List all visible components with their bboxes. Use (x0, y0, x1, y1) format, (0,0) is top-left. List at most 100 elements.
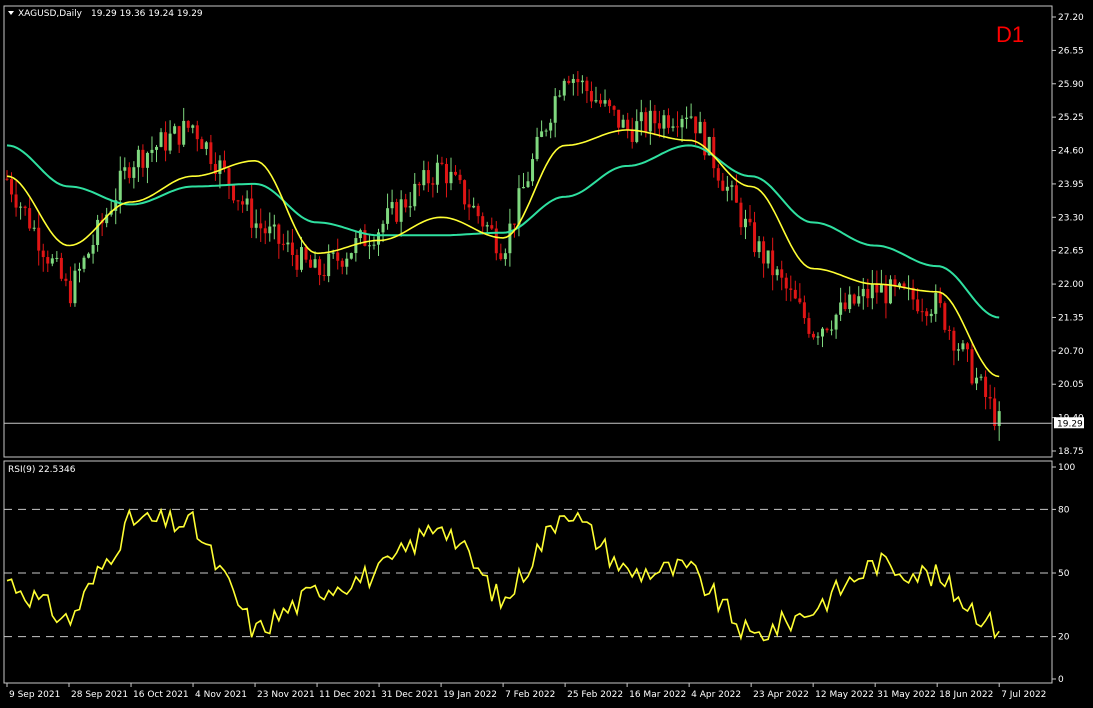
candle-body (367, 245, 371, 247)
candle-body (318, 259, 322, 276)
candle-body (490, 225, 494, 229)
candle-body (431, 183, 435, 185)
candle-body (521, 187, 525, 189)
candle-body (585, 80, 589, 92)
rsi-tick-label: 50 (1058, 569, 1070, 579)
candle-body (970, 349, 974, 384)
candle-body (390, 202, 394, 209)
candle-body (254, 223, 258, 228)
candle-body (59, 257, 63, 279)
candle-body (576, 78, 580, 83)
symbol-label: XAGUSD,Daily (18, 9, 83, 19)
candle-body (644, 112, 648, 132)
candle-body (28, 208, 32, 229)
candle-body (843, 302, 847, 310)
candle-body (377, 232, 381, 245)
candle-body (127, 167, 131, 178)
candle-body (177, 126, 181, 145)
candle-body (159, 132, 163, 147)
candle-body (789, 288, 793, 290)
candle-body (96, 219, 100, 245)
candle-body (46, 257, 50, 264)
candle-body (938, 292, 942, 304)
candle-body (875, 283, 879, 293)
candle-body (55, 257, 59, 259)
candle-body (748, 218, 752, 223)
price-tick-label: 21.35 (1058, 313, 1084, 323)
candle-body (449, 171, 453, 184)
candle-body (857, 296, 861, 304)
candle-body (943, 303, 947, 330)
candle-body (816, 336, 820, 338)
candle-body (417, 183, 421, 186)
candle-body (386, 208, 390, 224)
price-panel-frame (3, 5, 1053, 458)
candle-body (617, 109, 621, 128)
candle-body (531, 159, 535, 182)
candle-body (168, 133, 172, 151)
candle-body (612, 106, 616, 110)
candle-body (993, 398, 997, 426)
candle-body (241, 201, 245, 205)
candle-body (743, 218, 747, 228)
candle-body (32, 227, 36, 229)
candle-body (476, 205, 480, 217)
candle-body (299, 247, 303, 270)
candle-body (263, 228, 267, 234)
price-tick-label: 22.65 (1058, 247, 1084, 257)
candle-body (594, 100, 598, 102)
candle-body (517, 188, 521, 225)
candle-body (544, 130, 548, 132)
time-tick-label: 18 Jun 2022 (939, 690, 993, 700)
candle-body (807, 318, 811, 334)
candle-body (685, 117, 689, 119)
candle-body (934, 292, 938, 314)
candle-body (734, 185, 738, 203)
candle-body (435, 162, 439, 185)
candle-body (123, 167, 127, 171)
candle-body (77, 268, 81, 271)
candle-body (671, 126, 675, 128)
candle-body (698, 121, 702, 134)
time-tick-label: 28 Sep 2021 (71, 690, 128, 700)
candle-body (626, 119, 630, 130)
candle-body (540, 131, 544, 137)
candle-body (639, 112, 643, 122)
candle-body (14, 194, 18, 208)
candle-body (467, 204, 471, 208)
candle-body (23, 206, 27, 209)
candle-body (599, 100, 603, 104)
candle-body (222, 160, 226, 169)
candle-body (150, 149, 154, 153)
candle-body (345, 258, 349, 267)
price-tick-label: 27.20 (1058, 13, 1084, 23)
chart-canvas[interactable]: 27.20 26.55 25.90 25.25 24.60 23.95 23.30 22.65… (0, 0, 1093, 708)
candle-body (408, 206, 412, 208)
candle-body (503, 253, 507, 260)
candle-body (309, 259, 313, 268)
candle-body (526, 181, 530, 188)
candle-body (444, 163, 448, 184)
candle-body (680, 118, 684, 128)
candle-body (372, 244, 376, 246)
candle-body (589, 91, 593, 102)
candle-body (879, 284, 883, 293)
price-tick-label: 18.75 (1058, 447, 1084, 457)
candle-body (621, 119, 625, 128)
candle-body (73, 270, 77, 304)
candle-body (852, 294, 856, 304)
candle-body (825, 328, 829, 331)
candle-body (331, 252, 335, 254)
candle-body (929, 313, 933, 317)
collapse-triangle-icon[interactable] (8, 11, 14, 15)
candle-body (775, 269, 779, 276)
candle-body (68, 280, 72, 304)
candle-body (91, 244, 95, 254)
candle-body (648, 110, 652, 132)
candle-body (888, 279, 892, 304)
candle-body (232, 185, 236, 201)
candle-body (422, 170, 426, 186)
candle-body (245, 198, 249, 205)
price-tick-label: 22.00 (1058, 280, 1084, 290)
time-tick-label: 31 Dec 2021 (381, 690, 439, 700)
